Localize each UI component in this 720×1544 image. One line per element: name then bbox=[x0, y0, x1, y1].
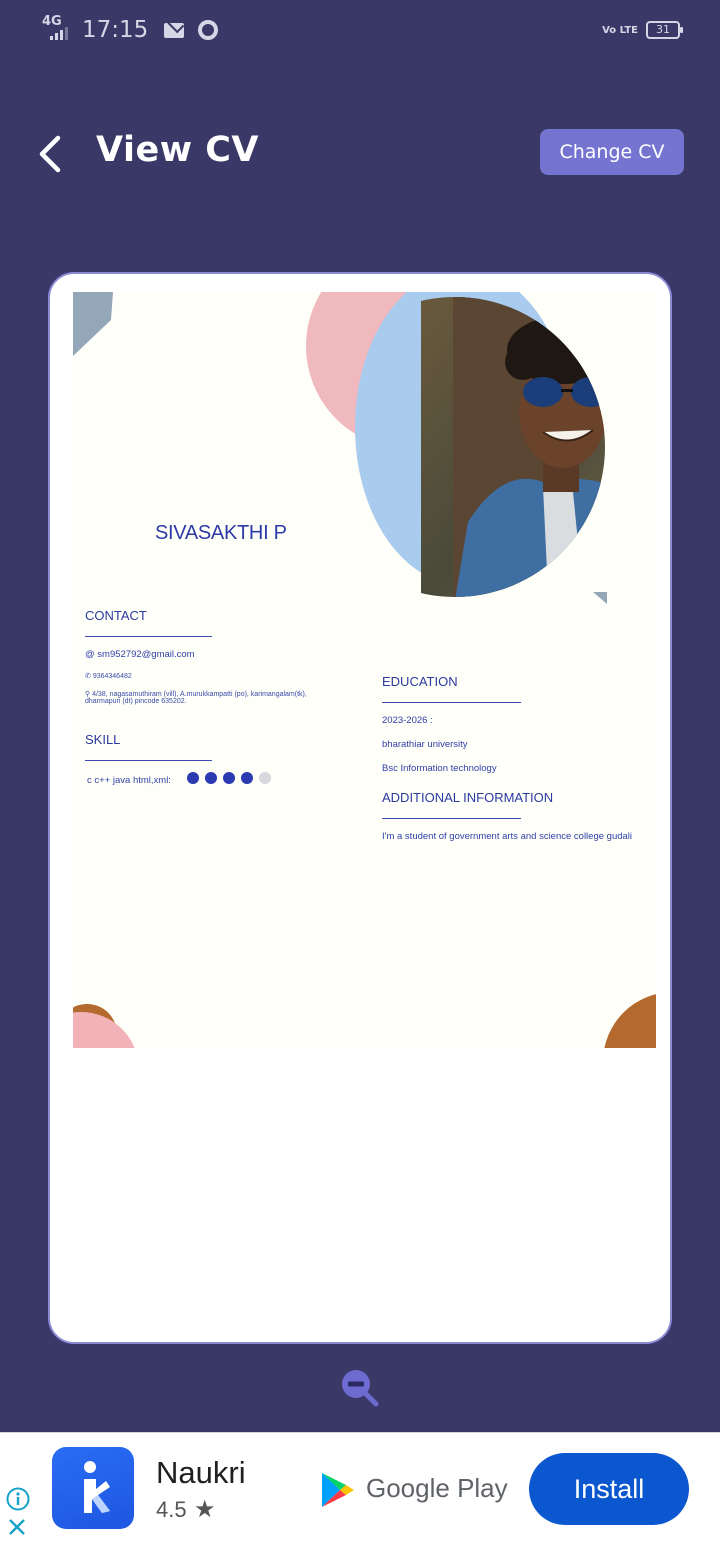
info-icon[interactable] bbox=[6, 1487, 30, 1511]
zoom-out-icon[interactable] bbox=[338, 1368, 382, 1408]
back-arrow-icon[interactable] bbox=[36, 132, 76, 176]
skill-dot bbox=[223, 772, 235, 784]
battery-icon: 31 bbox=[646, 21, 683, 39]
google-play-icon bbox=[322, 1473, 354, 1507]
additional-divider bbox=[382, 818, 521, 819]
skill-dot bbox=[187, 772, 199, 784]
signal-icon: 4G bbox=[40, 14, 72, 42]
close-icon[interactable] bbox=[7, 1517, 27, 1537]
naukri-app-icon[interactable] bbox=[52, 1447, 134, 1529]
phone-icon: ✆ bbox=[85, 673, 93, 680]
chrome-icon bbox=[198, 20, 219, 40]
skill-dot bbox=[259, 772, 271, 784]
cv-name: SIVASAKTHI P bbox=[155, 522, 287, 544]
install-button[interactable]: Install bbox=[529, 1453, 689, 1525]
ad-app-name: Naukri bbox=[156, 1455, 246, 1490]
skill-divider bbox=[85, 760, 212, 761]
mail-icon bbox=[164, 22, 185, 38]
star-icon: ★ bbox=[194, 1495, 216, 1523]
skill-dot bbox=[205, 772, 217, 784]
at-icon: @ bbox=[85, 649, 98, 660]
profile-photo bbox=[421, 297, 605, 597]
address-line-1: 4/38, nagasamuthiram (vill), A.murukkamp… bbox=[92, 691, 307, 698]
clock: 17:15 bbox=[82, 17, 149, 43]
skill-rating bbox=[187, 772, 271, 784]
additional-text: I'm a student of government arts and sci… bbox=[382, 831, 633, 842]
contact-heading: CONTACT bbox=[85, 608, 147, 623]
additional-heading: ADDITIONAL INFORMATION bbox=[382, 790, 554, 805]
phone-text: 9364346482 bbox=[92, 673, 132, 680]
cv-decoration bbox=[73, 292, 656, 1048]
address-line-2: dharmapuri (dt) pincode 635202. bbox=[85, 698, 187, 705]
page-title: View CV bbox=[96, 130, 259, 170]
status-bar: 4G 17:15 Vo LTE 31 bbox=[0, 0, 720, 60]
skill-text: c c++ java html,xml: bbox=[87, 775, 171, 786]
email-text: sm952792@gmail.com bbox=[97, 649, 195, 660]
skill-dot bbox=[241, 772, 253, 784]
change-cv-button[interactable]: Change CV bbox=[540, 129, 684, 175]
address-row: ⚲ 4/38, nagasamuthiram (vill), A.murukka… bbox=[85, 691, 307, 705]
cv-document: SIVASAKTHI P CONTACT @ sm952792@gmail.co… bbox=[73, 292, 656, 1048]
education-year: 2023-2026 : bbox=[382, 715, 433, 726]
contact-divider bbox=[85, 636, 212, 637]
phone-row: ✆ 9364346482 bbox=[85, 673, 132, 680]
education-divider bbox=[382, 702, 521, 703]
skill-heading: SKILL bbox=[85, 732, 121, 747]
battery-level: 31 bbox=[656, 23, 670, 36]
google-play-label: Google Play bbox=[366, 1473, 508, 1503]
ad-banner[interactable]: Naukri 4.5 ★ Google Play Install bbox=[0, 1432, 720, 1544]
email-row: @ sm952792@gmail.com bbox=[85, 649, 195, 660]
education-heading: EDUCATION bbox=[382, 674, 458, 689]
volte-icon: Vo LTE bbox=[602, 24, 638, 36]
education-degree: Bsc Information technology bbox=[382, 763, 497, 774]
education-institution: bharathiar university bbox=[382, 739, 468, 750]
cv-preview-card[interactable]: SIVASAKTHI P CONTACT @ sm952792@gmail.co… bbox=[48, 272, 672, 1344]
ad-rating: 4.5 bbox=[156, 1497, 187, 1522]
